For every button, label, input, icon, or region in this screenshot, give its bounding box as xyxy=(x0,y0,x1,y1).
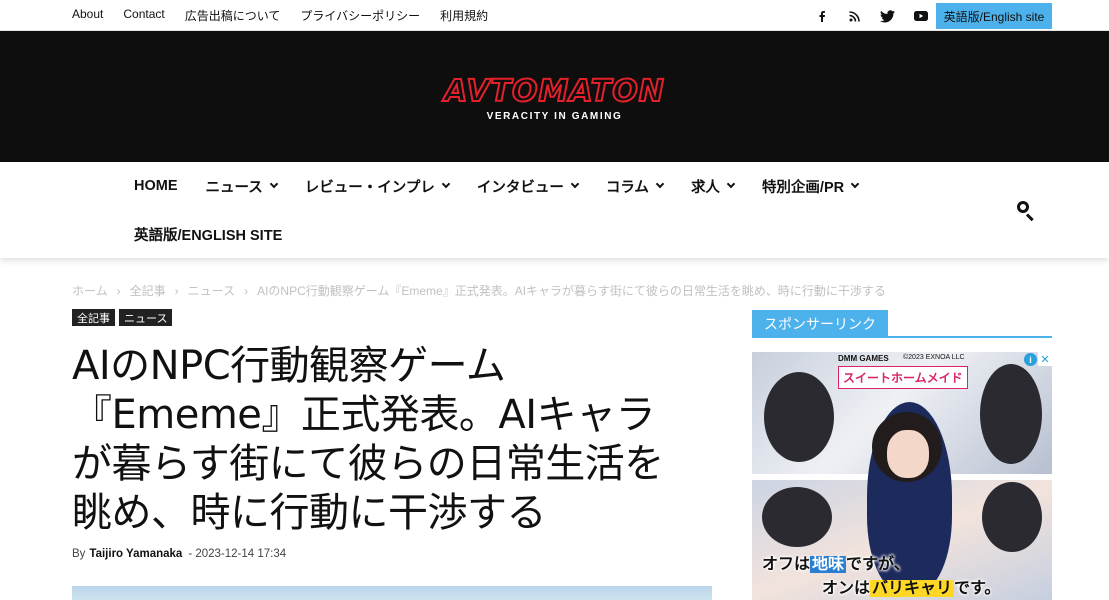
nav-item-interviews[interactable]: インタビュー xyxy=(476,176,580,197)
breadcrumb-separator: › xyxy=(116,283,121,298)
logo-wordmark: AVTOMATON xyxy=(443,73,665,110)
ad-game-title: スイートホームメイド xyxy=(838,366,968,389)
category-tag-all-articles[interactable]: 全記事 xyxy=(72,309,115,326)
youtube-icon[interactable] xyxy=(904,5,937,27)
chevron-down-icon xyxy=(655,179,665,189)
article-title: AIのNPC行動観察ゲーム 『Ememe』正式発表。AIキャラ が暮らす街にて彼… xyxy=(72,342,722,538)
nav-item-label: レビュー・インプレ xyxy=(304,179,435,196)
main-nav-row-2: 英語版/ENGLISH SITE xyxy=(134,224,310,244)
article-title-line: AIのNPC行動観察ゲーム xyxy=(72,343,506,389)
chevron-down-icon xyxy=(441,179,451,189)
rss-icon[interactable] xyxy=(838,5,871,27)
breadcrumb-current: AIのNPC行動観察ゲーム『Ememe』正式発表。AIキャラが暮らす街にて彼らの… xyxy=(257,284,886,298)
nav-item-label: インタビュー xyxy=(476,179,564,196)
site-header: AVTOMATON VERACITY IN GAMING xyxy=(0,31,1109,162)
sidebar-heading: スポンサーリンク xyxy=(752,310,1052,338)
twitter-icon[interactable] xyxy=(871,5,904,27)
article-title-line: 眺め、時に行動に干渉する xyxy=(72,490,547,536)
nav-item-special[interactable]: 特別企画/PR xyxy=(761,176,860,197)
article-title-line: 『Ememe』正式発表。AIキャラ xyxy=(72,392,656,438)
search-icon[interactable] xyxy=(1016,200,1038,222)
ad-text: ですが、 xyxy=(846,556,910,573)
author-link[interactable]: Taijiro Yamanaka xyxy=(89,548,182,560)
facebook-icon[interactable] xyxy=(805,5,838,27)
article-title-line: が暮らす街にて彼らの日常生活を xyxy=(72,441,664,487)
category-tags: 全記事 ニュース xyxy=(72,309,173,326)
nav-item-label: 特別企画/PR xyxy=(761,179,845,196)
category-tag-news[interactable]: ニュース xyxy=(119,309,173,326)
nav-item-label: 求人 xyxy=(690,179,720,196)
nav-item-columns[interactable]: コラム xyxy=(605,176,665,197)
sponsored-ad[interactable]: DMM GAMES ©2023 EXNOA LLC スイートホームメイド i ✕… xyxy=(752,352,1052,600)
top-menu-privacy-policy[interactable]: プライバシーポリシー xyxy=(300,7,420,24)
top-menu-about[interactable]: About xyxy=(72,7,103,24)
top-menu: About Contact 広告出稿について プライバシーポリシー 利用規約 xyxy=(72,7,508,24)
ad-copy-line-1: オフは 地味 ですが、 xyxy=(762,550,910,574)
top-menu-advertising[interactable]: 広告出稿について xyxy=(185,7,281,24)
breadcrumb-separator: › xyxy=(244,283,249,298)
search-icon-ring xyxy=(1017,201,1029,213)
chevron-down-icon xyxy=(269,179,279,189)
nav-item-jobs[interactable]: 求人 xyxy=(690,176,736,197)
ad-copyright: ©2023 EXNOA LLC xyxy=(903,354,965,361)
nav-item-english-site[interactable]: 英語版/ENGLISH SITE xyxy=(134,224,282,245)
ad-highlight: バリキャリ xyxy=(870,580,955,597)
chevron-down-icon xyxy=(850,179,860,189)
breadcrumb-news[interactable]: ニュース xyxy=(188,282,235,299)
search-icon-handle xyxy=(1025,213,1034,222)
ad-character xyxy=(980,364,1042,464)
featured-image xyxy=(72,586,712,600)
ad-character-face xyxy=(887,430,929,478)
byline-label: By xyxy=(72,548,86,560)
ad-text: オフは xyxy=(762,556,811,573)
site-logo[interactable]: AVTOMATON VERACITY IN GAMING xyxy=(0,31,1109,162)
nav-item-label: HOME xyxy=(134,178,178,194)
top-menu-terms[interactable]: 利用規約 xyxy=(440,7,488,24)
nav-item-label: コラム xyxy=(605,179,649,196)
ad-highlight: 地味 xyxy=(810,556,847,573)
english-site-button[interactable]: 英語版/English site xyxy=(936,3,1052,29)
logo-tagline: VERACITY IN GAMING xyxy=(486,110,623,122)
top-menu-contact[interactable]: Contact xyxy=(123,7,164,24)
main-nav: HOME ニュース レビュー・インプレ インタビュー コラム 求人 特別企画/P… xyxy=(0,162,1109,258)
main-nav-row-1: HOME ニュース レビュー・インプレ インタビュー コラム 求人 特別企画/P… xyxy=(134,176,886,196)
breadcrumb: ホーム › 全記事 › ニュース › AIのNPC行動観察ゲーム『Ememe』正… xyxy=(72,282,886,299)
ad-copy-line-2: オンは バリキャリ です。 xyxy=(822,574,1000,598)
ad-character xyxy=(764,372,834,462)
chevron-down-icon xyxy=(726,179,736,189)
nav-item-reviews[interactable]: レビュー・インプレ xyxy=(304,176,451,197)
nav-item-label: ニュース xyxy=(205,179,263,196)
nav-item-news[interactable]: ニュース xyxy=(205,176,279,197)
ad-close-icon[interactable]: ✕ xyxy=(1038,352,1052,366)
publish-date: - 2023-12-14 17:34 xyxy=(188,548,287,560)
ad-text: オンは xyxy=(822,580,871,597)
top-bar: About Contact 広告出稿について プライバシーポリシー 利用規約 英… xyxy=(0,0,1109,31)
breadcrumb-home[interactable]: ホーム xyxy=(72,282,108,299)
ad-character xyxy=(762,487,832,547)
breadcrumb-all-articles[interactable]: 全記事 xyxy=(130,282,166,299)
ad-info-icon[interactable]: i xyxy=(1024,353,1037,366)
chevron-down-icon xyxy=(570,179,580,189)
ad-text: です。 xyxy=(954,580,1001,597)
ad-character xyxy=(982,482,1042,552)
social-icons xyxy=(805,5,937,27)
breadcrumb-separator: › xyxy=(174,283,179,298)
article-meta: By Taijiro Yamanaka - 2023-12-14 17:34 xyxy=(72,548,286,560)
sidebar-heading-label: スポンサーリンク xyxy=(752,310,888,338)
nav-item-label: 英語版/ENGLISH SITE xyxy=(134,227,283,244)
ad-brand: DMM GAMES xyxy=(838,354,889,363)
nav-item-home[interactable]: HOME xyxy=(134,178,178,194)
